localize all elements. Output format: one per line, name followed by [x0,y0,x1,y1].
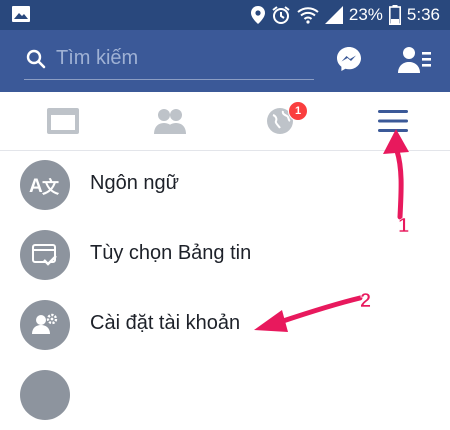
search-icon [26,49,46,69]
menu-item-next-icon [20,370,70,420]
battery-icon [388,5,401,25]
account-settings-icon [20,300,70,350]
menu-item-account-settings[interactable]: Cài đặt tài khoản [0,290,450,360]
menu-item-next[interactable] [0,360,450,430]
news-feed-preferences-icon [20,230,70,280]
notification-badge: 1 [288,101,308,121]
news-feed-icon [47,108,79,134]
hamburger-menu-icon [378,110,408,132]
menu-item-label: Tùy chọn Bảng tin [90,242,252,264]
signal-icon [324,6,343,24]
friend-requests-icon[interactable] [398,45,432,75]
menu-item-news-feed-preferences[interactable]: Tùy chọn Bảng tin [0,220,450,290]
menu-item-language[interactable]: A 文 Ngôn ngữ [0,150,450,220]
annotation-number-1: 1 [398,215,410,238]
clock-time: 5:36 [406,5,440,24]
tab-bar [0,92,450,151]
svg-text:A: A [29,176,43,197]
gallery-icon [12,6,30,22]
language-icon: A 文 [20,160,70,210]
messenger-icon[interactable] [335,45,363,73]
battery-percent: 23% [348,5,383,24]
tab-menu[interactable] [338,92,448,150]
status-bar: 23% 5:36 [0,0,450,30]
alarm-icon [272,6,290,24]
tab-friends[interactable] [115,92,225,150]
svg-text:文: 文 [42,177,60,198]
annotation-number-2: 2 [360,290,372,313]
tab-news-feed[interactable] [8,92,118,150]
search-placeholder: Tìm kiếm [56,47,139,69]
menu-item-label: Cài đặt tài khoản [90,312,241,334]
location-icon [250,6,265,24]
tab-notifications[interactable] [225,92,335,150]
wifi-icon [297,7,319,24]
search-input[interactable]: Tìm kiếm [24,43,314,80]
menu-item-label: Ngôn ngữ [90,172,180,194]
friends-icon [154,109,186,134]
